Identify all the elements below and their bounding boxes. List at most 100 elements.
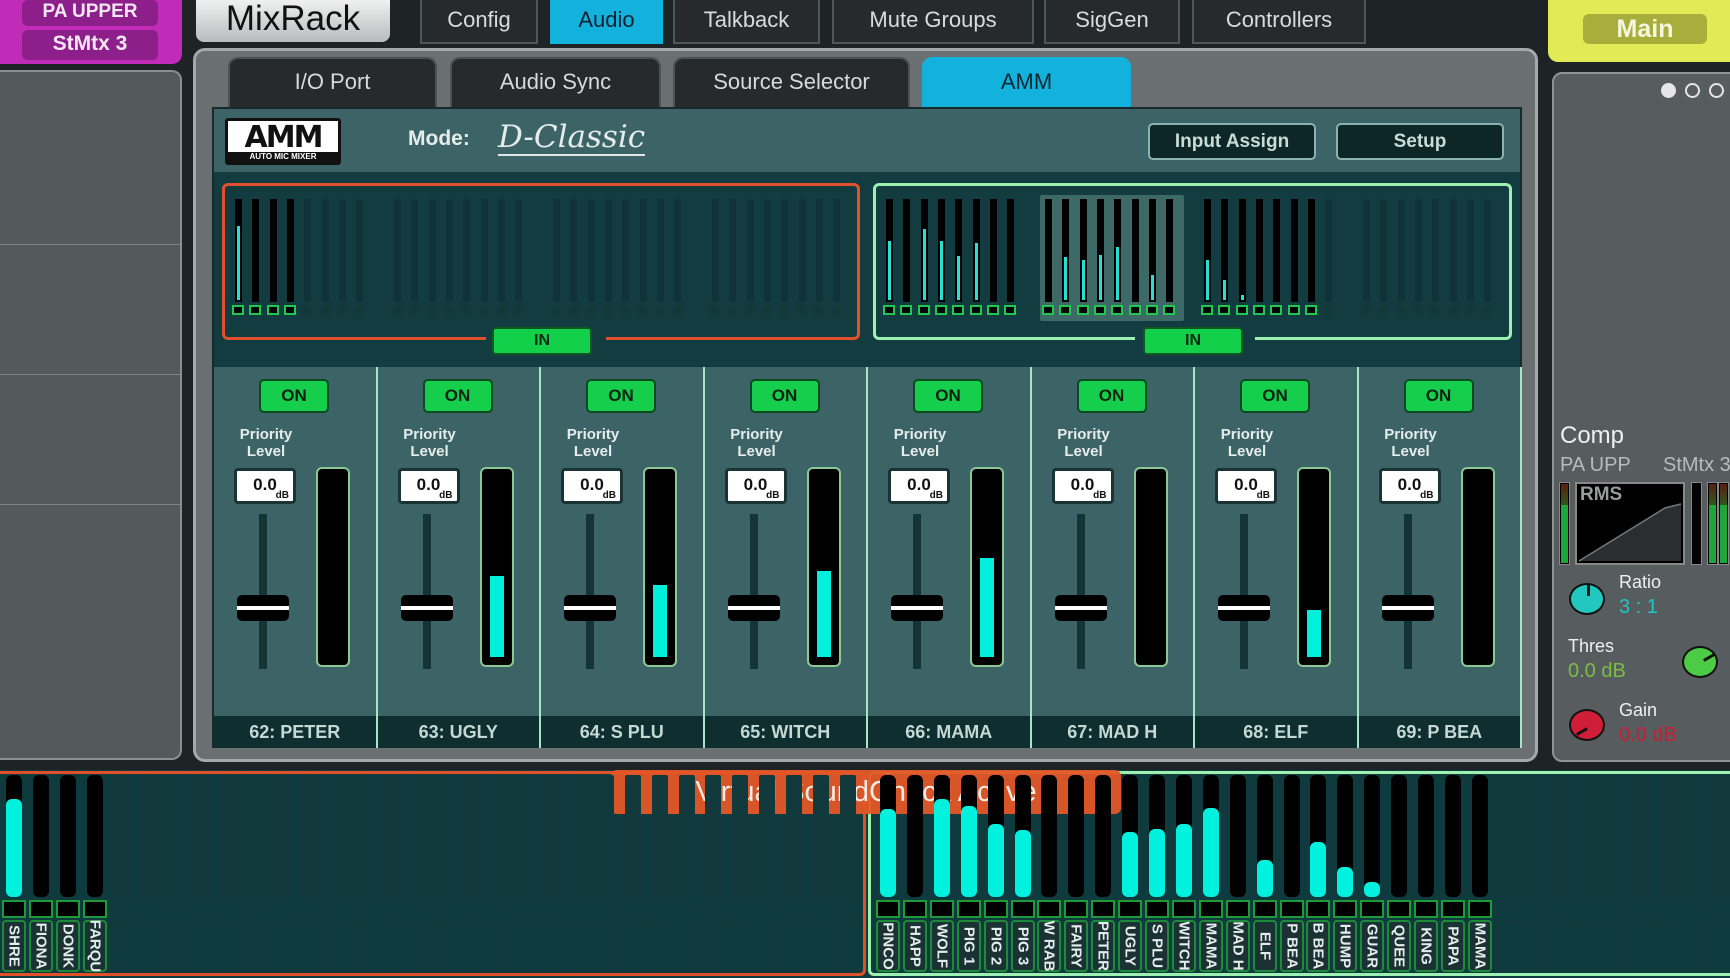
bottom-channel-label[interactable]: HAPP [902, 920, 927, 972]
amm-left-in-button[interactable]: IN [492, 327, 592, 355]
bottom-channel-led[interactable] [782, 900, 807, 918]
bottom-channel-led[interactable] [1171, 900, 1196, 918]
bottom-channel-led[interactable] [929, 900, 954, 918]
channel-name[interactable]: 65: WITCH [704, 716, 866, 748]
right-overview-mini-led[interactable] [969, 305, 982, 315]
bottom-channel-led[interactable] [1709, 900, 1730, 918]
right-overview-mini-led[interactable] [952, 305, 965, 315]
right-overview-mini-led[interactable] [1111, 305, 1124, 315]
bottom-channel-led[interactable] [432, 900, 457, 918]
bottom-channel-label[interactable]: P BEA [1279, 920, 1304, 972]
bottom-channel-label[interactable] [190, 920, 215, 972]
bottom-channel-led[interactable] [217, 900, 242, 918]
bottom-channel-led[interactable] [271, 900, 295, 918]
bottom-channel-led[interactable] [1440, 900, 1465, 918]
left-overview-mini-led[interactable] [353, 305, 366, 315]
sidebar-slot-3[interactable] [0, 375, 180, 504]
bottom-channel-label[interactable] [647, 920, 672, 972]
right-overview-mini-led[interactable] [986, 305, 999, 315]
bottom-channel-led[interactable] [809, 900, 833, 918]
right-overview-mini-led[interactable] [1446, 305, 1459, 315]
fader-handle[interactable] [891, 594, 943, 621]
bottom-channel-led[interactable] [1225, 900, 1250, 918]
right-overview-mini-led[interactable] [917, 305, 930, 315]
bottom-channel-led[interactable] [1198, 900, 1223, 918]
priority-level-value[interactable]: 0.0 dB [888, 468, 950, 504]
bottom-channel-label[interactable]: S PLU [1145, 920, 1169, 972]
channel-name[interactable]: 63: UGLY [377, 716, 539, 748]
fader-track[interactable] [1240, 514, 1248, 669]
bottom-channel-label[interactable] [163, 920, 188, 972]
bottom-channel-led[interactable] [1602, 900, 1627, 918]
bottom-channel-label[interactable] [405, 920, 430, 972]
fader-track[interactable] [1403, 514, 1412, 669]
top-tab-talkback[interactable]: Talkback [673, 0, 820, 44]
bottom-channel-led[interactable] [620, 900, 645, 918]
top-tab-config[interactable]: Config [420, 0, 538, 44]
left-overview-mini-led[interactable] [671, 305, 684, 315]
bottom-channel-label[interactable] [1629, 920, 1654, 972]
bottom-channel-label[interactable] [378, 920, 403, 972]
bottom-channel-led[interactable] [190, 900, 215, 918]
top-tab-mute-groups[interactable]: Mute Groups [832, 0, 1034, 44]
fader-track[interactable] [1076, 514, 1085, 669]
bottom-channel-label[interactable]: PIG 1 [956, 920, 981, 972]
bottom-channel-label[interactable] [1521, 920, 1546, 972]
channel-on-button[interactable]: ON [259, 379, 329, 413]
bottom-channel-label[interactable] [593, 920, 618, 972]
channel-name[interactable]: 66: MAMA [868, 716, 1030, 748]
bottom-channel-label[interactable] [1494, 920, 1519, 972]
left-overview-mini-led[interactable] [318, 305, 331, 315]
bottom-channel-led[interactable] [647, 900, 672, 918]
right-overview-mini-led[interactable] [1360, 305, 1372, 315]
bottom-channel-led[interactable] [674, 900, 699, 918]
left-overview-mini-led[interactable] [709, 305, 721, 315]
right-overview-mini-led[interactable] [1481, 305, 1494, 315]
bottom-channel-label[interactable] [513, 920, 538, 972]
priority-level-value[interactable]: 0.0 dB [561, 468, 623, 504]
bottom-channel-label[interactable]: PETER [1091, 920, 1116, 972]
bottom-channel-led[interactable] [513, 900, 538, 918]
right-overview-mini-led[interactable] [1218, 305, 1231, 315]
sub-tab-audio-sync[interactable]: Audio Sync [450, 57, 661, 107]
priority-level-value[interactable]: 0.0 dB [1378, 468, 1441, 504]
bottom-channel-led[interactable] [1306, 900, 1331, 918]
left-overview-mini-led[interactable] [601, 305, 614, 315]
bottom-channel-label[interactable] [244, 920, 269, 972]
bottom-channel-led[interactable] [1118, 900, 1143, 918]
bottom-channel-label[interactable] [540, 920, 564, 972]
channel-on-button[interactable]: ON [586, 379, 656, 413]
fader-track[interactable] [259, 514, 267, 669]
bottom-channel-led[interactable] [983, 900, 1008, 918]
bottom-channel-led[interactable] [902, 900, 927, 918]
sidebar-slot-1[interactable] [0, 72, 180, 244]
channel-on-button[interactable]: ON [913, 379, 983, 413]
input-assign-button[interactable]: Input Assign [1148, 123, 1316, 160]
bottom-channel-label[interactable]: SHRE [2, 920, 26, 972]
right-overview-mini-led[interactable] [1145, 305, 1158, 315]
page-dot[interactable] [1709, 83, 1724, 98]
right-overview-mini-led[interactable] [1429, 305, 1442, 315]
channel-name[interactable]: 62: PETER [214, 716, 376, 748]
gain-knob[interactable] [1569, 709, 1605, 741]
channel-on-button[interactable]: ON [749, 379, 820, 413]
bottom-channel-label[interactable]: HUMP [1333, 920, 1358, 972]
bottom-channel-led[interactable] [701, 900, 726, 918]
bottom-channel-led[interactable] [2, 900, 26, 918]
left-overview-mini-led[interactable] [335, 305, 348, 315]
priority-level-value[interactable]: 0.0 dB [1051, 468, 1114, 504]
priority-level-value[interactable]: 0.0 dB [1215, 468, 1277, 504]
fader-track[interactable] [422, 514, 431, 669]
bottom-channel-led[interactable] [378, 900, 403, 918]
bottom-channel-led[interactable] [244, 900, 269, 918]
channel-name[interactable]: 69: P BEA [1358, 716, 1520, 748]
bottom-channel-label[interactable] [486, 920, 511, 972]
bottom-channel-label[interactable]: UGLY [1118, 920, 1143, 972]
bottom-channel-label[interactable]: MAMA [1198, 920, 1223, 972]
bottom-channel-label[interactable] [136, 920, 161, 972]
bottom-channel-led[interactable] [835, 900, 860, 918]
left-overview-mini-led[interactable] [249, 305, 262, 315]
bottom-channel-led[interactable] [1360, 900, 1385, 918]
right-overview-mini-led[interactable] [1235, 305, 1248, 315]
right-overview-mini-led[interactable] [1059, 305, 1072, 315]
